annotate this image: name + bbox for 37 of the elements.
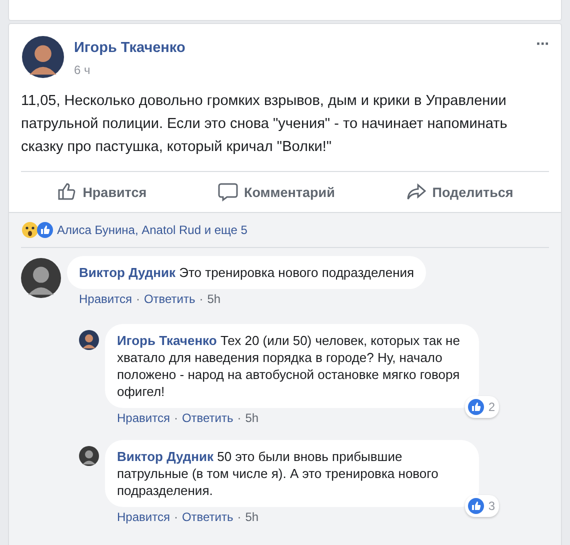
count-text: 3: [488, 498, 495, 514]
post-text: 11,05, Несколько довольно громких взрывов, дым и крики в Управлении патрульной полиции. Если это снова "учения" - то начинает напоминать сказку про пастушка, который кричал "Волки!": [20, 92, 508, 157]
more-button[interactable]: ···: [536, 36, 549, 54]
action-link[interactable]: Ответить: [144, 292, 196, 306]
action-link[interactable]: Нравится: [79, 292, 132, 306]
reactions-link[interactable]: Алиса Бунина, Anatol Rud и еще 5: [57, 223, 248, 237]
separator-dot: ·: [136, 292, 140, 306]
thumbs-up-icon: [36, 221, 54, 239]
comment-time: 5h: [245, 510, 259, 524]
arrow-icon: [406, 182, 426, 202]
action-link[interactable]: Нравится: [117, 411, 170, 425]
author-link[interactable]: Игорь Ткаченко: [74, 40, 526, 56]
author-link[interactable]: Игорь Ткаченко: [117, 333, 217, 348]
author-link[interactable]: Виктор Дудник: [79, 265, 176, 280]
separator-dot: ·: [199, 292, 204, 306]
avatar-icon: [22, 36, 64, 78]
separator-dot: ·: [237, 411, 242, 425]
surprised-emoji-icon: [21, 221, 39, 239]
separator-dot: ·: [174, 411, 178, 425]
avatar-icon: [21, 258, 61, 298]
author-link[interactable]: Виктор Дудник: [117, 449, 214, 464]
separator-dot: ·: [174, 510, 178, 524]
action-link[interactable]: Ответить: [182, 510, 234, 524]
avatar-icon: [79, 446, 99, 466]
separator-dot: ·: [237, 510, 242, 524]
speech-bubble-icon: [218, 182, 238, 202]
action-link[interactable]: Ответить: [182, 411, 234, 425]
thumbs-up-icon: [56, 182, 77, 202]
comment-time: 5h: [245, 411, 259, 425]
like-button[interactable]: Нравится: [36, 176, 167, 208]
share-button[interactable]: Поделиться: [386, 176, 534, 208]
comment-text: Виктор Дудник Это тренировка нового подразделения: [67, 256, 426, 289]
count-text: 2: [488, 398, 495, 416]
comment-time: 5h: [207, 292, 221, 306]
avatar-icon: [79, 330, 99, 350]
action-link[interactable]: Нравится: [117, 510, 170, 524]
comment-button[interactable]: Комментарий: [198, 176, 355, 208]
